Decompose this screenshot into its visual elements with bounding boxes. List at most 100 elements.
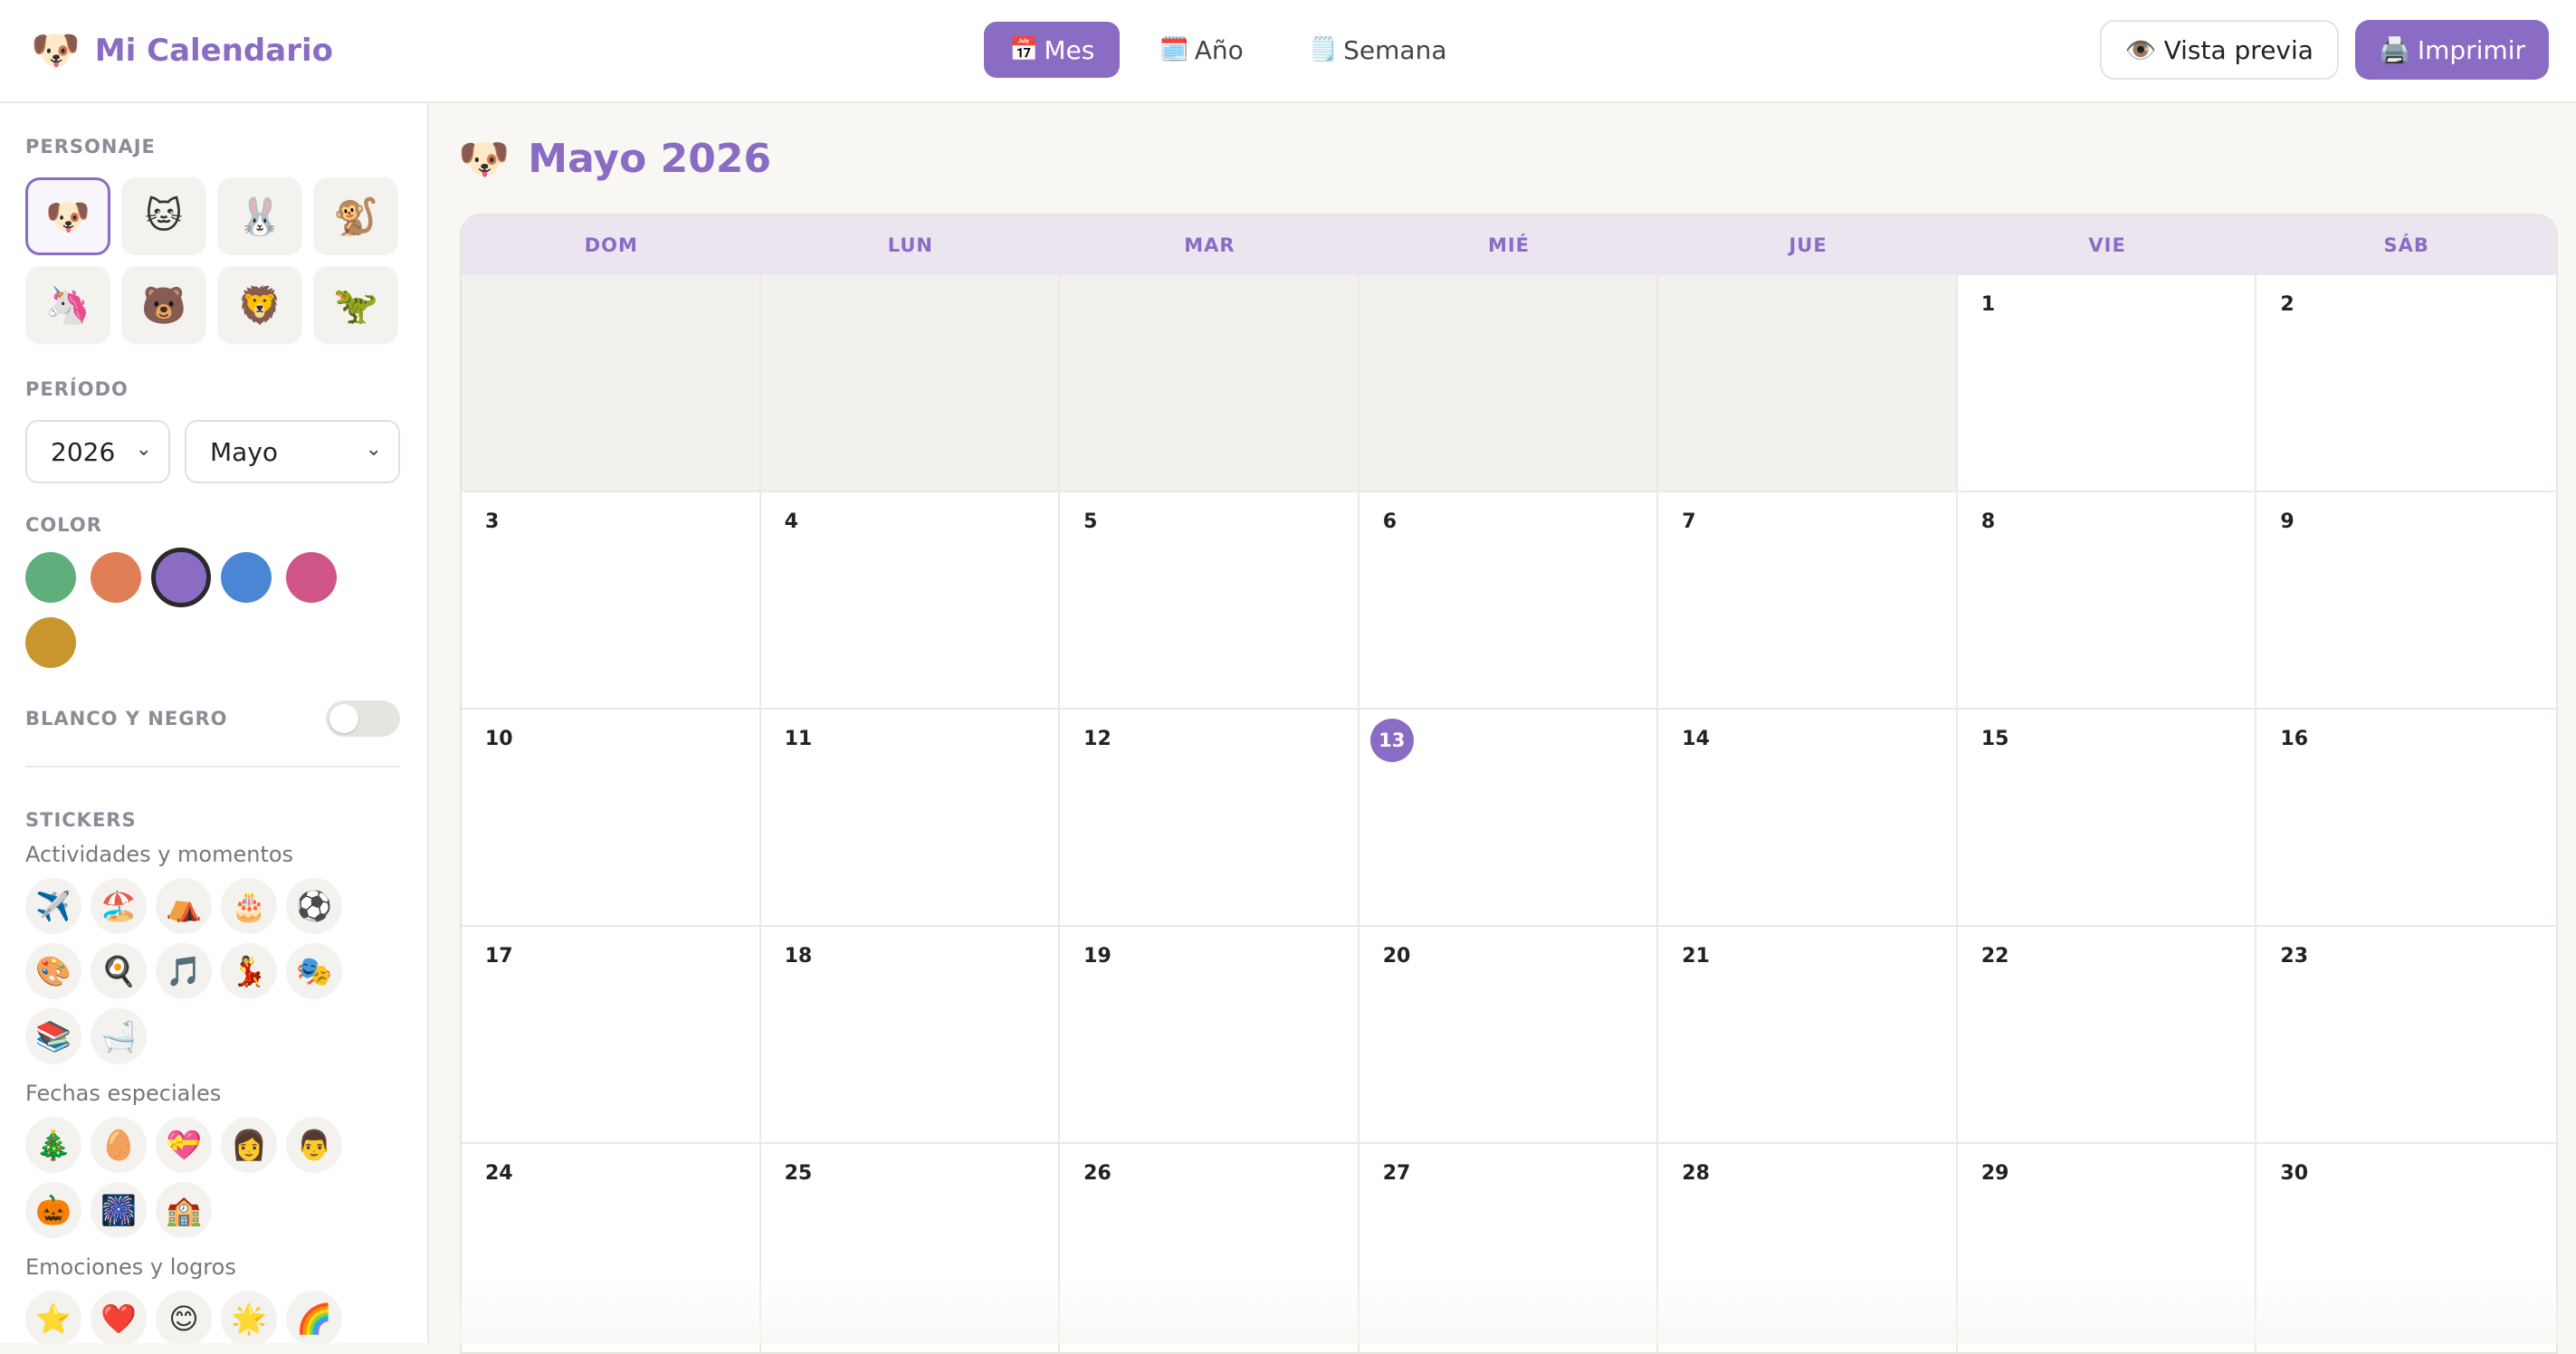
day-cell[interactable]: 14 (1658, 710, 1958, 927)
sticker-button[interactable]: 🌟 (221, 1291, 277, 1343)
day-cell[interactable]: 1 (1958, 275, 2257, 492)
day-cell[interactable]: 25 (761, 1144, 1061, 1354)
sticker-button[interactable]: ⭐ (25, 1291, 81, 1343)
sticker-button[interactable]: ❤️ (91, 1291, 147, 1343)
day-cell[interactable]: 29 (1958, 1144, 2257, 1354)
sticker-button[interactable]: 😊 (156, 1291, 212, 1343)
sticker-group-title: Actividades y momentos (25, 842, 293, 867)
day-cell[interactable]: 24 (462, 1144, 761, 1354)
color-swatch-pink[interactable] (286, 552, 337, 603)
day-cell[interactable]: 3 (462, 492, 761, 710)
preview-button[interactable]: 👁️ Vista previa (2100, 20, 2339, 80)
weekday-label: DOM (462, 215, 761, 275)
color-swatch-purple[interactable] (151, 548, 211, 607)
bw-toggle[interactable] (326, 701, 400, 737)
sticker-button[interactable]: ⚽ (286, 878, 342, 934)
day-cell[interactable]: 10 (462, 710, 761, 927)
color-swatch-gold[interactable] (25, 617, 76, 668)
day-cell[interactable]: 7 (1658, 492, 1958, 710)
weekday-label: MAR (1060, 215, 1360, 275)
day-cell[interactable]: 8 (1958, 492, 2257, 710)
sticker-button[interactable]: 🎄 (25, 1117, 81, 1173)
day-cell[interactable]: 21 (1658, 927, 1958, 1144)
print-button[interactable]: 🖨️ Imprimir (2355, 20, 2549, 80)
top-bar: 🐶 Mi Calendario 📅 Mes 🗓️ Año 🗒️ Semana 👁… (0, 0, 2576, 103)
day-cell[interactable]: 12 (1060, 710, 1360, 927)
day-number: 28 (1682, 1162, 1710, 1185)
day-number: 15 (1981, 728, 2009, 750)
sticker-button[interactable]: 🎂 (221, 878, 277, 934)
sticker-button[interactable]: 💝 (156, 1117, 212, 1173)
character-bear[interactable]: 🐻 (121, 266, 206, 344)
color-swatch-orange[interactable] (91, 552, 141, 603)
header-actions: 👁️ Vista previa 🖨️ Imprimir (2100, 20, 2549, 80)
day-cell[interactable]: 5 (1060, 492, 1360, 710)
day-cell[interactable]: 23 (2256, 927, 2556, 1144)
day-cell[interactable]: 30 (2256, 1144, 2556, 1354)
tab-label: Año (1195, 35, 1244, 65)
sticker-group-title: Fechas especiales (25, 1081, 221, 1106)
sticker-button[interactable]: 💃 (221, 943, 277, 999)
sticker-button[interactable]: 👨 (286, 1117, 342, 1173)
month-select[interactable]: Mayo ⌄ (185, 420, 400, 483)
sticker-button[interactable]: 🎨 (25, 943, 81, 999)
year-select[interactable]: 2026 ⌄ (25, 420, 170, 483)
day-number: 11 (785, 728, 813, 750)
sticker-button[interactable]: 🌈 (286, 1291, 342, 1343)
character-unicorn[interactable]: 🦄 (25, 266, 110, 344)
sticker-button[interactable]: 🎃 (25, 1182, 81, 1238)
day-cell[interactable]: 22 (1958, 927, 2257, 1144)
day-number: 20 (1383, 945, 1411, 968)
day-cell[interactable]: 11 (761, 710, 1061, 927)
character-monkey[interactable]: 🐒 (313, 177, 398, 255)
day-cell[interactable]: 26 (1060, 1144, 1360, 1354)
sticker-button[interactable]: 🏫 (156, 1182, 212, 1238)
character-cat[interactable]: 🐱 (121, 177, 206, 255)
day-cell[interactable]: 20 (1360, 927, 1659, 1144)
calendar-grid: DOMLUNMARMIÉJUEVIESÁB 123456789101112131… (460, 214, 2558, 1354)
sticker-button[interactable]: 🛁 (91, 1008, 147, 1064)
color-swatch-blue[interactable] (221, 552, 272, 603)
sticker-button[interactable]: 🏖️ (91, 878, 147, 934)
sticker-icon: 🎨 (35, 954, 72, 988)
sticker-icon: 🌟 (231, 1302, 267, 1336)
sticker-icon: 💝 (166, 1128, 202, 1162)
day-cell[interactable]: 17 (462, 927, 761, 1144)
tab-semana[interactable]: 🗒️ Semana (1283, 22, 1473, 78)
day-cell[interactable]: 2 (2256, 275, 2556, 492)
day-cell[interactable]: 18 (761, 927, 1061, 1144)
character-lion[interactable]: 🦁 (217, 266, 302, 344)
day-cell[interactable]: 13 (1360, 710, 1659, 927)
color-swatch-green[interactable] (25, 552, 76, 603)
day-cell[interactable]: 6 (1360, 492, 1659, 710)
sticker-button[interactable]: 🥚 (91, 1117, 147, 1173)
sticker-button[interactable]: 📚 (25, 1008, 81, 1064)
day-cell[interactable]: 16 (2256, 710, 2556, 927)
sticker-button[interactable]: 🎆 (91, 1182, 147, 1238)
day-cell[interactable]: 4 (761, 492, 1061, 710)
sticker-icon: 🎭 (296, 954, 332, 988)
sticker-button[interactable]: 🍳 (91, 943, 147, 999)
day-cell[interactable]: 9 (2256, 492, 2556, 710)
day-number: 24 (485, 1162, 513, 1185)
sticker-button[interactable]: 🎵 (156, 943, 212, 999)
day-cell[interactable]: 15 (1958, 710, 2257, 927)
sticker-button[interactable]: ⛺ (156, 878, 212, 934)
day-cell[interactable]: 28 (1658, 1144, 1958, 1354)
day-cell[interactable]: 27 (1360, 1144, 1659, 1354)
tab-ano[interactable]: 🗓️ Año (1134, 22, 1268, 78)
character-dinosaur[interactable]: 🦖 (313, 266, 398, 344)
character-rabbit[interactable]: 🐰 (217, 177, 302, 255)
tab-mes[interactable]: 📅 Mes (984, 22, 1120, 78)
day-cell[interactable]: 19 (1060, 927, 1360, 1144)
day-number: 22 (1981, 945, 2009, 968)
day-number: 27 (1383, 1162, 1411, 1185)
sticker-button[interactable]: 🎭 (286, 943, 342, 999)
character-dog[interactable]: 🐶 (25, 177, 110, 255)
sticker-button[interactable]: 👩 (221, 1117, 277, 1173)
sticker-button[interactable]: ✈️ (25, 878, 81, 934)
day-number: 10 (485, 728, 513, 750)
tab-label: Mes (1044, 35, 1094, 65)
sticker-icon: 🛁 (100, 1019, 137, 1054)
monkey-icon: 🐒 (333, 195, 378, 238)
